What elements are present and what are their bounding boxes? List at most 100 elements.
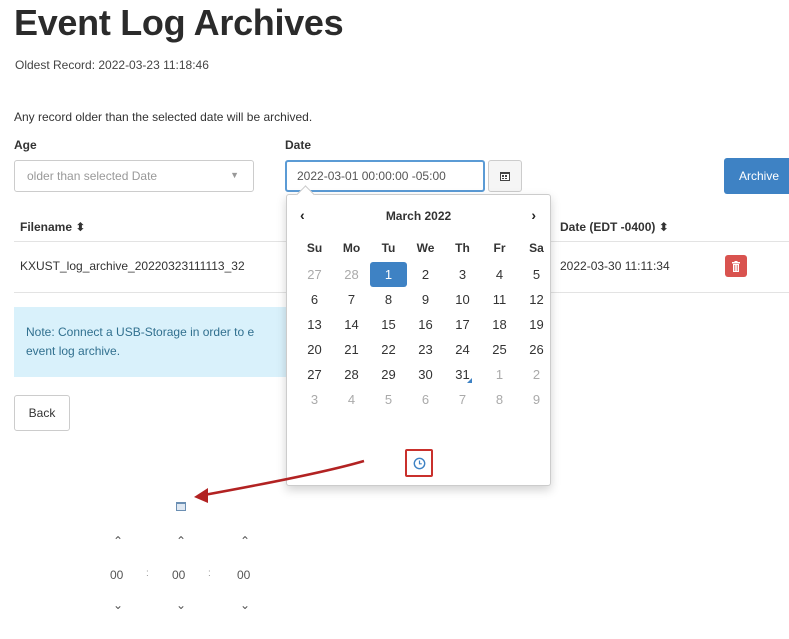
weekday-label: Su <box>306 241 323 255</box>
delete-button[interactable] <box>725 255 747 277</box>
calendar-day[interactable]: 6 <box>407 387 444 412</box>
chevron-down-icon: ▼ <box>230 170 239 180</box>
calendar-grid: Su Mo Tu We Th Fr Sa 27 28 1 2 3 4 5 6 7 8 9 10 11 12… <box>296 237 555 412</box>
calendar-day[interactable]: 27 <box>296 262 333 287</box>
minute-value[interactable]: 00 <box>172 568 185 582</box>
time-separator: : <box>146 568 149 579</box>
calendar-day[interactable]: 23 <box>407 337 444 362</box>
calendar-day[interactable]: 9 <box>518 387 555 412</box>
calendar-day[interactable]: 11 <box>481 287 518 312</box>
calendar-day[interactable]: 25 <box>481 337 518 362</box>
weekday-row: Su Mo Tu We Th Fr Sa <box>296 237 555 262</box>
calendar-small-icon <box>176 502 186 511</box>
calendar-week-row: 3456789 <box>296 387 555 412</box>
second-value[interactable]: 00 <box>237 568 250 582</box>
calendar-day[interactable]: 16 <box>407 312 444 337</box>
second-down-button[interactable]: ⌄ <box>240 598 250 612</box>
annotation-arrow <box>194 459 365 503</box>
calendar-day[interactable]: 13 <box>296 312 333 337</box>
row-date: 2022-03-30 11:11:34 <box>560 259 670 273</box>
calendar-day[interactable]: 8 <box>481 387 518 412</box>
column-header-date[interactable]: Date (EDT -0400) ⬍ <box>560 220 669 234</box>
archive-button[interactable]: Archive <box>724 158 789 194</box>
age-label: Age <box>14 138 37 152</box>
calendar-day[interactable]: 8 <box>370 287 407 312</box>
calendar-day-selected[interactable]: 1 <box>370 262 407 287</box>
calendar-day[interactable]: 10 <box>444 287 481 312</box>
next-month-button[interactable]: › <box>531 207 536 223</box>
calendar-week-row: 27 28 1 2 3 4 5 <box>296 262 555 287</box>
calendar-day[interactable]: 3 <box>444 262 481 287</box>
calendar-day[interactable]: 18 <box>481 312 518 337</box>
today-marker <box>467 378 472 383</box>
calendar-day[interactable]: 30 <box>407 362 444 387</box>
hour-value[interactable]: 00 <box>110 568 123 582</box>
date-label: Date <box>285 138 312 152</box>
date-picker-popup: ‹ March 2022 › Su Mo Tu We Th Fr Sa 27 28… <box>286 194 551 486</box>
calendar-day[interactable]: 28 <box>333 262 370 287</box>
calendar-week-row: 13 14 15 16 17 18 19 <box>296 312 555 337</box>
calendar-day[interactable]: 22 <box>370 337 407 362</box>
calendar-icon <box>500 172 510 181</box>
calendar-day[interactable]: 4 <box>333 387 370 412</box>
calendar-day[interactable]: 7 <box>333 287 370 312</box>
page-title: Event Log Archives <box>14 2 344 43</box>
row-filename: KXUST_log_archive_20220323111113_32 <box>20 259 245 273</box>
calendar-day[interactable]: 24 <box>444 337 481 362</box>
time-separator: : <box>208 568 211 579</box>
usb-note: Note: Connect a USB-Storage in order to … <box>14 307 286 377</box>
calendar-day[interactable]: 2 <box>518 362 555 387</box>
weekday-label: We <box>416 241 435 255</box>
minute-up-button[interactable]: ⌃ <box>176 534 186 548</box>
calendar-day[interactable]: 7 <box>444 387 481 412</box>
back-button[interactable]: Back <box>14 395 70 431</box>
weekday-label: Fr <box>493 241 506 255</box>
calendar-week-row: 20 21 22 23 24 25 26 <box>296 337 555 362</box>
hour-up-button[interactable]: ⌃ <box>113 534 123 548</box>
timepicker-toggle[interactable] <box>176 498 186 516</box>
calendar-day[interactable]: 14 <box>333 312 370 337</box>
calendar-day[interactable]: 15 <box>370 312 407 337</box>
calendar-day[interactable]: 26 <box>518 337 555 362</box>
calendar-weeks: 27 28 1 2 3 4 5 6 7 8 9 10 11 12 13 14 15 16 17 18 19 20 21 22 2… <box>296 262 555 412</box>
minute-down-button[interactable]: ⌄ <box>176 598 186 612</box>
calendar-day[interactable]: 2 <box>407 262 444 287</box>
calendar-day[interactable]: 19 <box>518 312 555 337</box>
archive-info-text: Any record older than the selected date … <box>14 110 313 124</box>
calendar-day[interactable]: 31 <box>444 362 481 387</box>
clock-icon <box>413 457 425 469</box>
month-label[interactable]: March 2022 <box>287 209 550 223</box>
date-input[interactable]: 2022-03-01 00:00:00 -05:00 <box>285 160 485 192</box>
calendar-day[interactable]: 4 <box>481 262 518 287</box>
calendar-day[interactable]: 12 <box>518 287 555 312</box>
weekday-label: Mo <box>342 241 361 255</box>
weekday-label: Th <box>455 241 470 255</box>
calendar-day[interactable]: 6 <box>296 287 333 312</box>
calendar-day[interactable]: 27 <box>296 362 333 387</box>
calendar-day[interactable]: 28 <box>333 362 370 387</box>
age-select-value: older than selected Date <box>27 169 158 183</box>
weekday-label: Sa <box>529 241 544 255</box>
calendar-day[interactable]: 9 <box>407 287 444 312</box>
calendar-header: ‹ March 2022 › <box>287 207 550 227</box>
age-select[interactable]: older than selected Date ▼ <box>14 160 254 192</box>
calendar-day[interactable]: 21 <box>333 337 370 362</box>
calendar-week-row: 6 7 8 9 10 11 12 <box>296 287 555 312</box>
trash-icon <box>732 260 740 272</box>
weekday-label: Tu <box>381 241 396 255</box>
calendar-day[interactable]: 5 <box>370 387 407 412</box>
second-up-button[interactable]: ⌃ <box>240 534 250 548</box>
calendar-day[interactable]: 17 <box>444 312 481 337</box>
calendar-day[interactable]: 1 <box>481 362 518 387</box>
calendar-day[interactable]: 20 <box>296 337 333 362</box>
time-toggle-button[interactable] <box>405 449 433 477</box>
calendar-day[interactable]: 29 <box>370 362 407 387</box>
calendar-button[interactable] <box>488 160 522 192</box>
calendar-day[interactable]: 3 <box>296 387 333 412</box>
column-header-filename[interactable]: Filename ⬍ <box>20 220 85 234</box>
calendar-week-row: 27 28 29 30 31 1 2 <box>296 362 555 387</box>
calendar-day[interactable]: 5 <box>518 262 555 287</box>
hour-down-button[interactable]: ⌄ <box>113 598 123 612</box>
usb-note-text: Note: Connect a USB-Storage in order to … <box>26 325 255 358</box>
oldest-record-text: Oldest Record: 2022-03-23 11:18:46 <box>15 58 209 72</box>
